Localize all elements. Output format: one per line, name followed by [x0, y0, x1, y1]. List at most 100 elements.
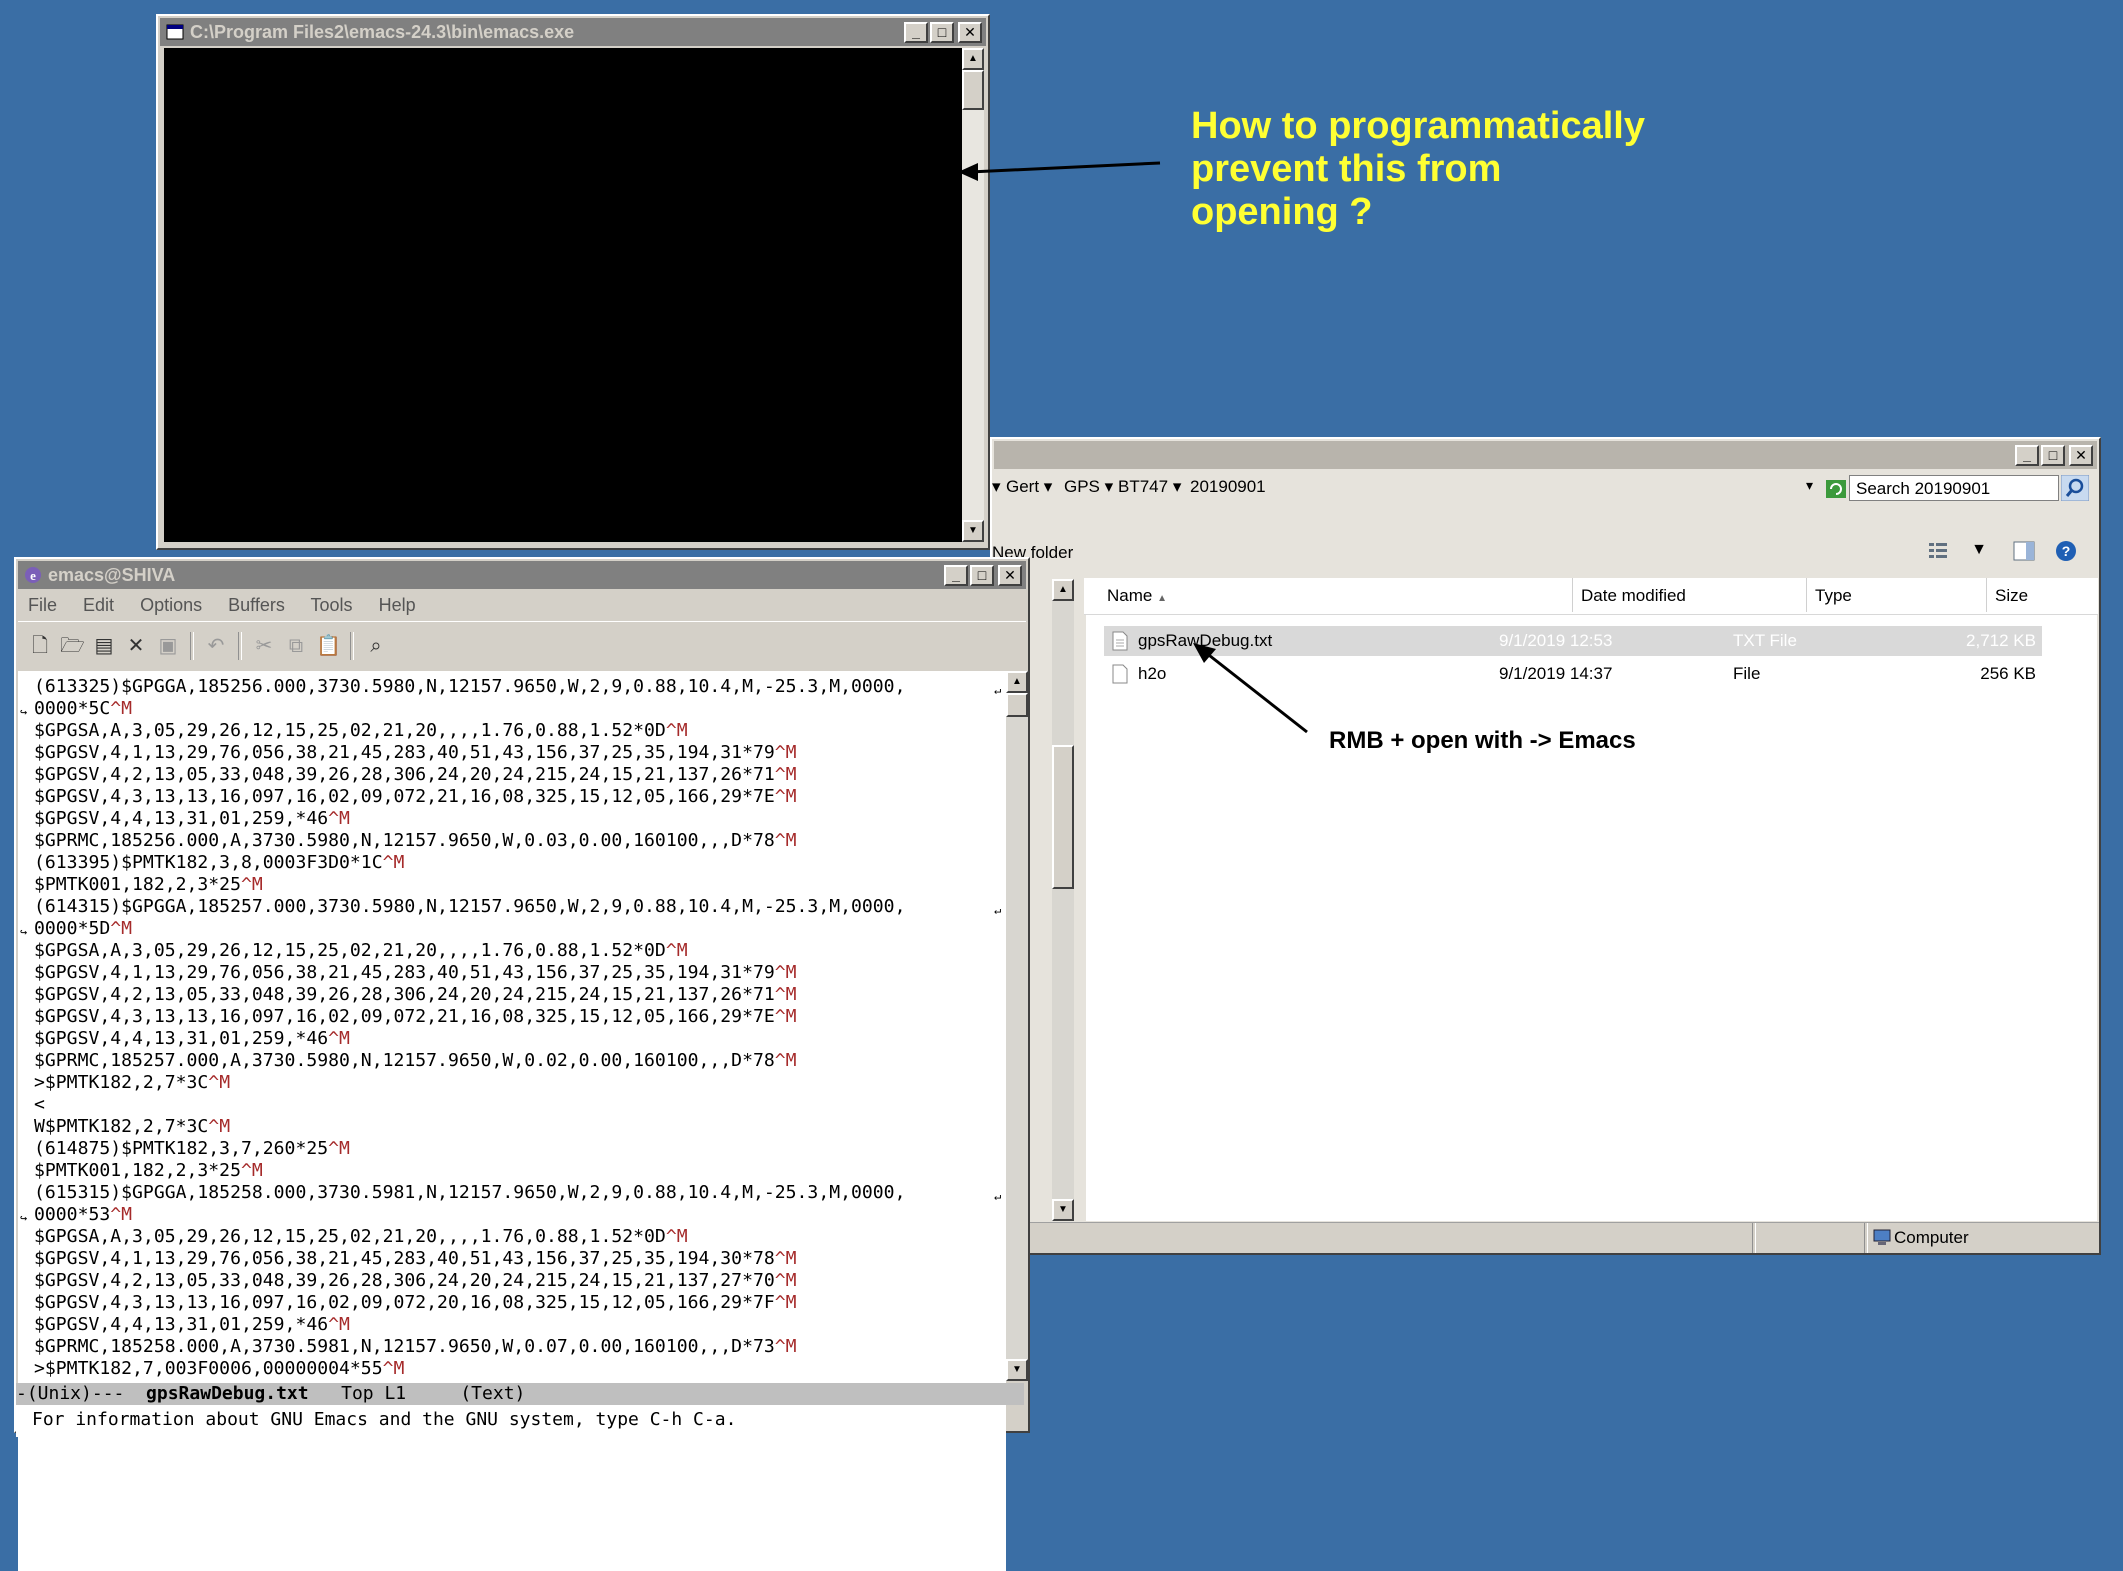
save-icon[interactable]: ▣	[156, 634, 180, 658]
file-icon	[1112, 664, 1128, 684]
explorer-titlebar[interactable]: _ □ ✕	[994, 441, 2097, 469]
buffer-line: $GPGSV,4,2,13,05,33,048,39,26,28,306,24,…	[34, 764, 797, 785]
column-header-row: Name ▲ Date modified Type Size	[1084, 578, 2098, 615]
search-input[interactable]: Search 20190901	[1849, 475, 2059, 501]
maximize-button[interactable]: □	[970, 565, 994, 586]
file-type: File	[1733, 664, 1761, 683]
minimize-button[interactable]: _	[2015, 445, 2039, 466]
scroll-down-arrow-icon[interactable]: ▼	[1052, 1199, 1074, 1221]
breadcrumb-item[interactable]: 20190901	[1190, 477, 1266, 497]
menu-buffers[interactable]: Buffers	[228, 595, 285, 615]
emacs-title: emacs@SHIVA	[48, 565, 176, 585]
close-button[interactable]: ✕	[2069, 445, 2093, 466]
console-scrollbar[interactable]: ▲ ▼	[962, 48, 984, 542]
scroll-thumb[interactable]	[1006, 693, 1028, 717]
view-options-icon[interactable]	[1927, 541, 1949, 561]
nav-pane-scrollbar[interactable]: ▲ ▼	[1052, 579, 1074, 1221]
continuation-icon: ↪	[20, 925, 28, 939]
buffer-line: <	[34, 1094, 45, 1115]
buffer-line: W$PMTK182,2,7*3C^M	[34, 1116, 231, 1137]
emacs-menubar: File Edit Options Buffers Tools Help	[18, 589, 1026, 621]
minimize-button[interactable]: _	[944, 565, 968, 586]
file-name: h2o	[1138, 664, 1167, 683]
open-folder-icon[interactable]: 🗁	[60, 634, 85, 658]
column-header-name[interactable]: Name ▲	[1099, 578, 1573, 612]
emacs-titlebar[interactable]: e emacs@SHIVA _ □ ✕	[18, 561, 1026, 589]
breadcrumb-chevron-icon[interactable]: ▾	[992, 477, 1001, 497]
svg-text:e: e	[30, 568, 36, 583]
breadcrumb-item[interactable]: BT747 ▾	[1118, 477, 1181, 497]
column-header-date[interactable]: Date modified	[1573, 578, 1807, 612]
buffer-line: (614315)$GPGGA,185257.000,3730.5980,N,12…	[34, 896, 906, 917]
buffer-line: $PMTK001,182,2,3*25^M	[34, 1160, 263, 1181]
close-button[interactable]: ✕	[958, 22, 982, 43]
dired-icon[interactable]: ▤	[92, 634, 116, 658]
emacs-mode-line: -(Unix)--- gpsRawDebug.txt Top L1 (Text)	[16, 1383, 1024, 1405]
buffer-line: >$PMTK182,7,003F0006,00000004*55^M	[34, 1358, 405, 1379]
console-title: C:\Program Files2\emacs-24.3\bin\emacs.e…	[190, 22, 575, 42]
emacs-toolbar: 🗋 🗁 ▤ ✕ ▣ ↶ ✂ ⧉ 📋 ⌕	[18, 621, 1026, 673]
breadcrumb-item[interactable]: GPS ▾	[1064, 477, 1113, 497]
buffer-line: (613395)$PMTK182,3,8,0003F3D0*1C^M	[34, 852, 405, 873]
buffer-line: $GPGSV,4,4,13,31,01,259,*46^M	[34, 1314, 350, 1335]
copy-icon[interactable]: ⧉	[284, 634, 308, 658]
column-header-size[interactable]: Size	[1987, 578, 2123, 612]
annotation-arrow-console	[958, 161, 1161, 181]
emacs-window: e emacs@SHIVA _ □ ✕ File Edit Options Bu…	[14, 557, 1030, 1571]
scroll-up-arrow-icon[interactable]: ▲	[1052, 579, 1074, 601]
column-header-type[interactable]: Type	[1807, 578, 1987, 612]
file-size: 256 KB	[1980, 664, 2036, 683]
continuation-icon: ↪	[20, 705, 28, 719]
search-icon[interactable]: ⌕	[364, 634, 388, 658]
cut-icon[interactable]: ✂	[252, 634, 276, 658]
file-type: TXT File	[1733, 631, 1797, 650]
emacs-scrollbar[interactable]: ▲ ▼	[1006, 671, 1028, 1381]
breadcrumb-item[interactable]: Gert ▾	[1006, 477, 1052, 497]
scroll-thumb[interactable]	[962, 70, 984, 110]
maximize-button[interactable]: □	[2041, 445, 2065, 466]
status-bar: Computer	[992, 1222, 2099, 1253]
help-icon[interactable]: ?	[2055, 540, 2077, 562]
scroll-up-arrow-icon[interactable]: ▲	[1006, 671, 1028, 693]
view-dropdown-icon[interactable]: ▼	[1971, 541, 1987, 559]
maximize-button[interactable]: □	[930, 22, 954, 43]
buffer-line: $GPRMC,185258.000,A,3730.5981,N,12157.96…	[34, 1336, 797, 1357]
close-buffer-icon[interactable]: ✕	[124, 634, 148, 658]
new-file-icon[interactable]: 🗋	[28, 634, 52, 658]
wrap-arrow-icon: ↵	[994, 1189, 1002, 1203]
mode-line-buffer-name[interactable]: gpsRawDebug.txt	[146, 1383, 309, 1404]
mode-line-major-mode[interactable]: (Text)	[406, 1383, 525, 1404]
mode-line-prefix: -(Unix)---	[16, 1383, 147, 1404]
annotation-arrow-file	[1193, 643, 1308, 734]
address-dropdown-icon[interactable]: ▾	[1806, 477, 1813, 494]
console-titlebar[interactable]: C:\Program Files2\emacs-24.3\bin\emacs.e…	[160, 18, 986, 46]
explorer-window: _ □ ✕ ▾ Gert ▾ GPS ▾ BT747 ▾ 20190901 ▾ …	[990, 437, 2101, 1255]
explorer-toolbar: New folder ▼ ?	[992, 505, 2099, 579]
scroll-thumb[interactable]	[1052, 745, 1074, 889]
menu-help[interactable]: Help	[379, 595, 416, 615]
refresh-icon[interactable]	[1826, 480, 1846, 498]
emacs-echo-area: For information about GNU Emacs and the …	[16, 1405, 1000, 1437]
minimize-button[interactable]: _	[904, 22, 928, 43]
sort-ascending-icon: ▲	[1157, 593, 1167, 604]
menu-options[interactable]: Options	[140, 595, 202, 615]
preview-pane-icon[interactable]	[2013, 541, 2035, 561]
console-output-area[interactable]	[164, 48, 966, 542]
buffer-line: (613325)$GPGGA,185256.000,3730.5980,N,12…	[34, 676, 906, 697]
undo-icon[interactable]: ↶	[204, 634, 228, 658]
scroll-down-arrow-icon[interactable]: ▼	[1006, 1359, 1028, 1381]
paste-icon[interactable]: 📋	[316, 634, 341, 658]
menu-file[interactable]: File	[28, 595, 57, 615]
wrap-arrow-icon: ↵	[994, 683, 1002, 697]
buffer-line: $GPGSV,4,1,13,29,76,056,38,21,45,283,40,…	[34, 962, 797, 983]
menu-tools[interactable]: Tools	[311, 595, 353, 615]
search-icon[interactable]	[2061, 475, 2089, 501]
close-button[interactable]: ✕	[998, 565, 1022, 586]
computer-icon	[1873, 1229, 1891, 1245]
buffer-line: $GPGSA,A,3,05,29,26,12,15,25,02,21,20,,,…	[34, 1226, 688, 1247]
scroll-down-arrow-icon[interactable]: ▼	[962, 520, 984, 542]
scroll-up-arrow-icon[interactable]: ▲	[962, 48, 984, 70]
menu-edit[interactable]: Edit	[83, 595, 114, 615]
mode-line-position: Top L1	[308, 1383, 407, 1404]
address-bar[interactable]: ▾ Gert ▾ GPS ▾ BT747 ▾ 20190901 ▾ Search…	[992, 471, 2095, 505]
